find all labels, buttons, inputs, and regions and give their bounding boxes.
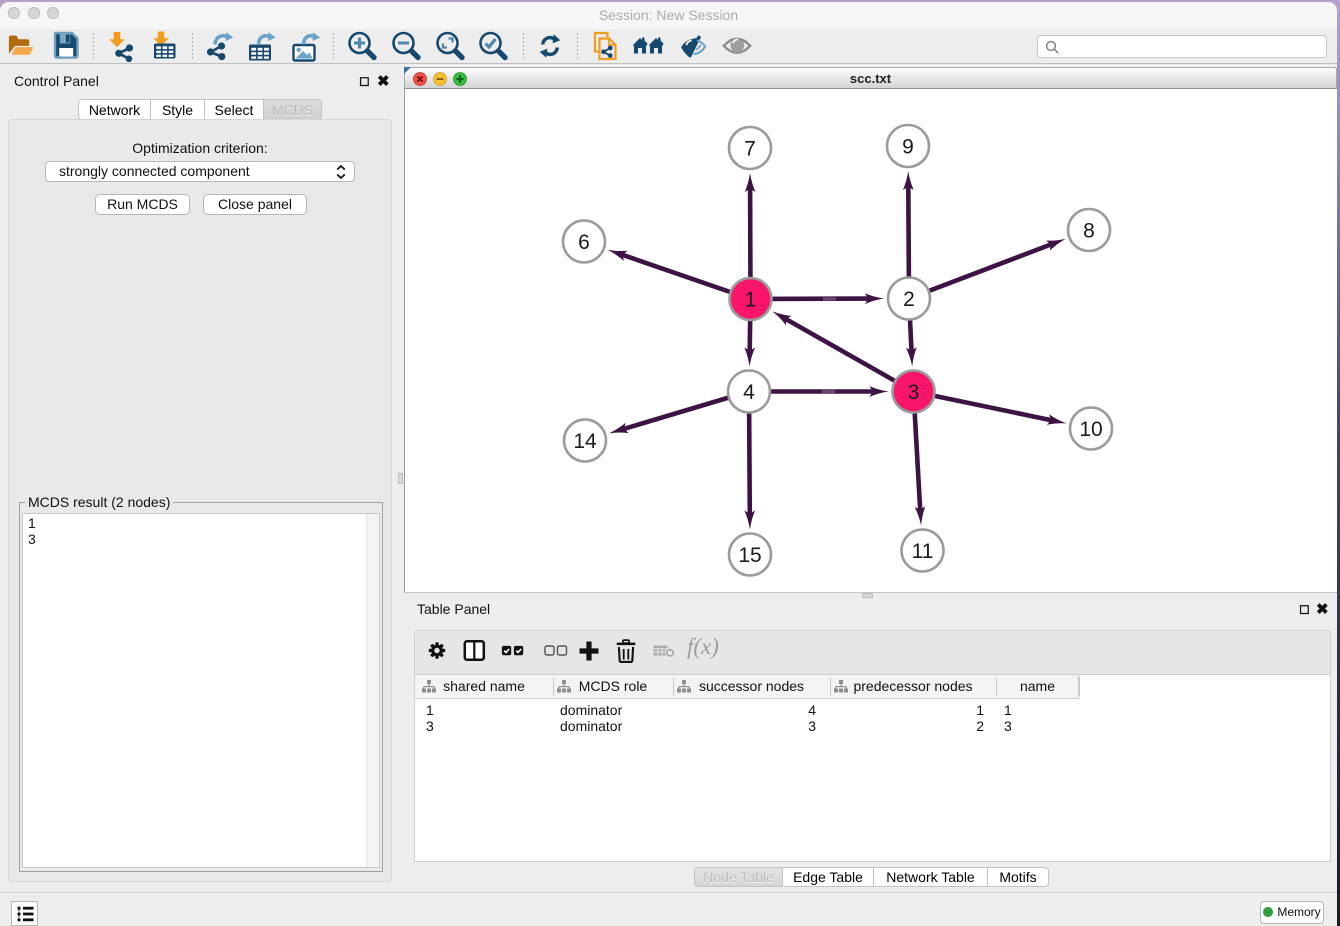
svg-text:11: 11 <box>912 540 934 563</box>
svg-text:2: 2 <box>903 288 915 311</box>
svg-text:10: 10 <box>1079 418 1102 441</box>
svg-text:1: 1 <box>745 289 757 312</box>
svg-text:3: 3 <box>908 381 920 404</box>
svg-text:6: 6 <box>578 231 590 254</box>
svg-text:7: 7 <box>744 138 756 161</box>
svg-text:8: 8 <box>1083 220 1095 243</box>
svg-text:15: 15 <box>738 544 761 567</box>
svg-text:9: 9 <box>902 136 914 159</box>
svg-text:4: 4 <box>743 381 755 404</box>
svg-text:14: 14 <box>573 430 597 453</box>
